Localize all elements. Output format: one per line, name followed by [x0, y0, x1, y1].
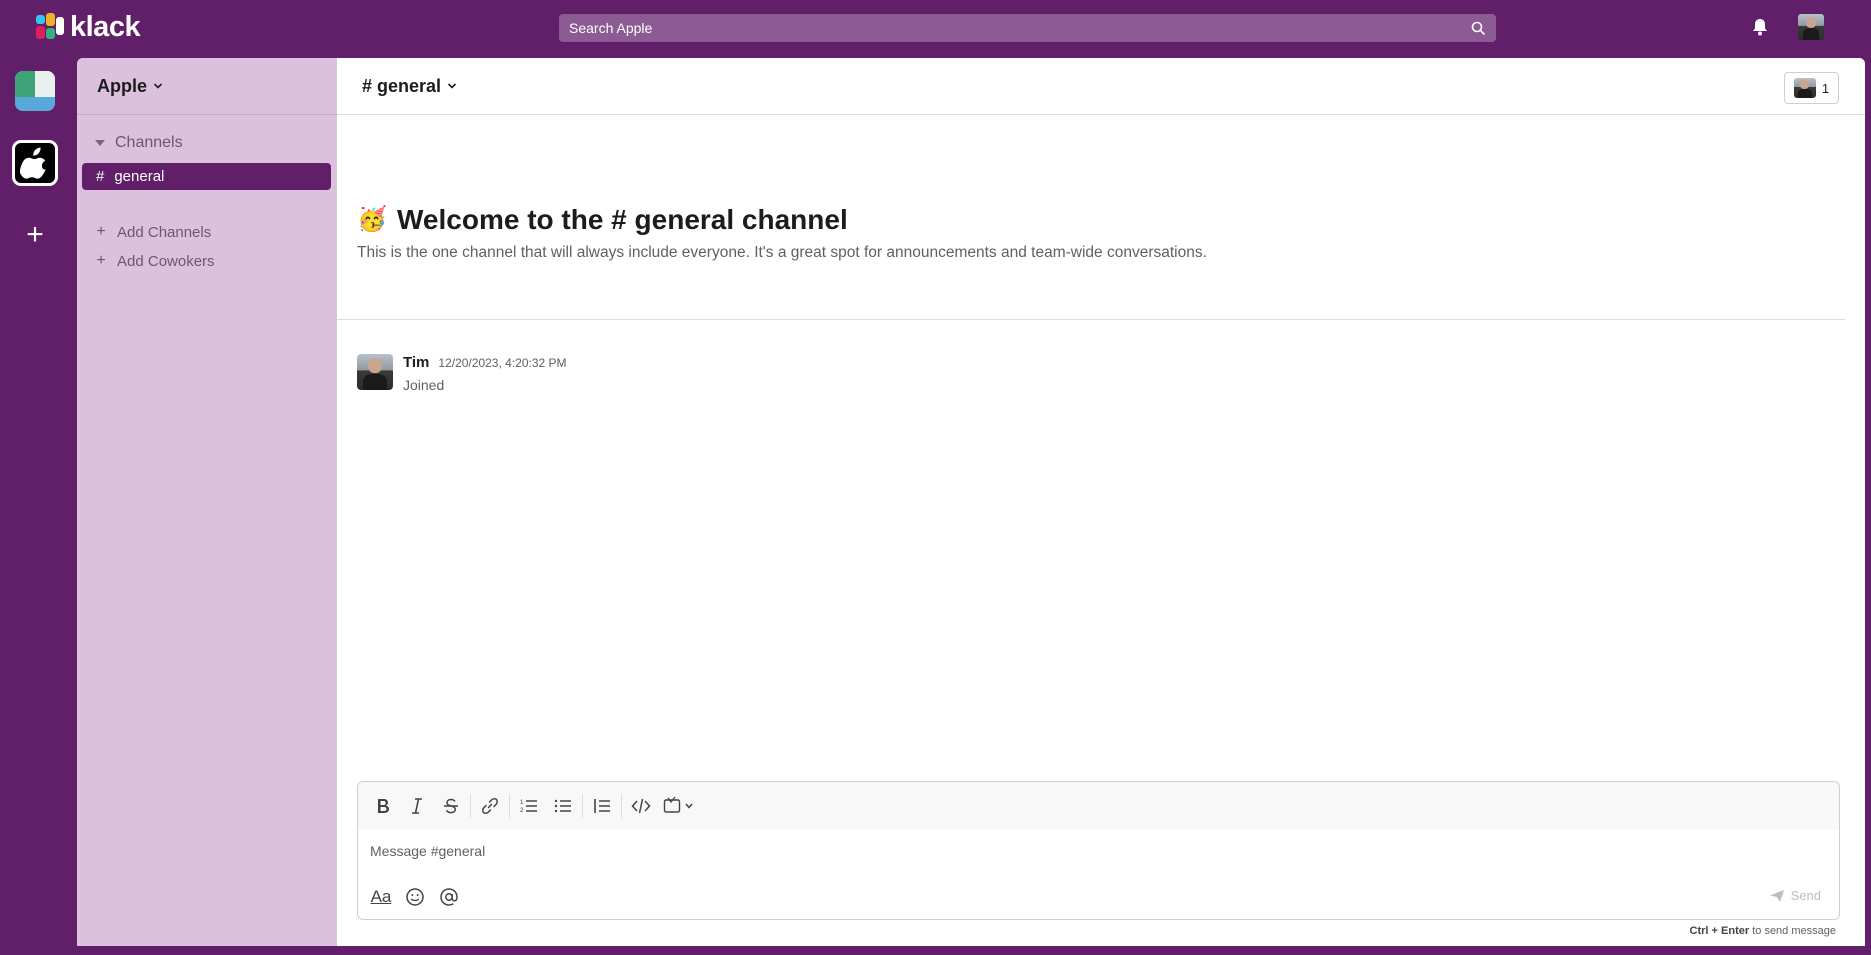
- send-icon: [1769, 889, 1784, 902]
- message-author[interactable]: Tim: [403, 354, 429, 371]
- message-body: Tim 12/20/2023, 4:20:32 PM Joined: [403, 354, 567, 393]
- welcome-banner: 🥳 Welcome to the # general channel This …: [357, 204, 1837, 262]
- search-placeholder[interactable]: Search Apple: [569, 20, 1470, 36]
- welcome-title: Welcome to the # general channel: [397, 204, 848, 235]
- channel-sidebar: Apple Channels # general + Add Channels …: [77, 58, 337, 946]
- member-count: 1: [1821, 80, 1830, 96]
- avatar[interactable]: [357, 354, 393, 390]
- add-channels-label: Add Channels: [117, 223, 212, 241]
- caret-down-icon[interactable]: [95, 140, 105, 146]
- emoji-icon[interactable]: [400, 882, 430, 912]
- channels-section-toggle[interactable]: Channels: [95, 134, 183, 152]
- members-button[interactable]: 1: [1784, 72, 1839, 104]
- channel-header: # general 1: [337, 58, 1865, 115]
- workspace-header[interactable]: Apple: [77, 58, 337, 115]
- search-bar[interactable]: Search Apple: [559, 14, 1496, 42]
- workspace-icon[interactable]: [15, 71, 55, 111]
- toolbar-divider: [582, 794, 583, 818]
- add-channels-button[interactable]: + Add Channels: [95, 223, 211, 241]
- toolbar-divider: [621, 794, 622, 818]
- workspace-name[interactable]: Apple: [97, 76, 147, 97]
- code-block-icon[interactable]: [658, 789, 702, 823]
- message-timestamp: 12/20/2023, 4:20:32 PM: [438, 356, 567, 370]
- italic-icon[interactable]: [400, 789, 434, 823]
- bell-icon[interactable]: [1750, 17, 1770, 37]
- message-item: Tim 12/20/2023, 4:20:32 PM Joined: [357, 354, 567, 393]
- message-input[interactable]: [370, 843, 1770, 859]
- klack-logo[interactable]: klack: [36, 10, 141, 43]
- plus-icon: +: [96, 252, 106, 269]
- member-avatar: [1793, 78, 1816, 98]
- send-label: Send: [1790, 888, 1821, 903]
- format-text-label: Aa: [370, 887, 392, 906]
- code-icon[interactable]: [624, 789, 658, 823]
- top-bar: klack Search Apple: [0, 0, 1871, 56]
- channel-title[interactable]: # general: [362, 76, 441, 97]
- app-panel: Apple Channels # general + Add Channels …: [77, 58, 1865, 946]
- message-text: Joined: [403, 377, 445, 393]
- blockquote-icon[interactable]: [585, 789, 619, 823]
- link-icon[interactable]: [473, 789, 507, 823]
- format-toolbar: 12: [358, 782, 1839, 830]
- strikethrough-icon[interactable]: [434, 789, 468, 823]
- add-workspace-button[interactable]: +: [20, 220, 50, 250]
- welcome-title-row: 🥳 Welcome to the # general channel: [357, 204, 1837, 236]
- klack-logo-icon: [36, 13, 64, 41]
- channel-main: # general 1 🥳 Welcome to the # general c…: [337, 58, 1865, 946]
- party-face-icon: 🥳: [357, 206, 387, 233]
- toolbar-divider: [470, 794, 471, 818]
- composer-actions: Aa: [366, 882, 464, 912]
- send-hint-text: to send message: [1749, 925, 1836, 937]
- svg-text:1: 1: [520, 800, 524, 806]
- add-coworkers-button[interactable]: + Add Cowokers: [95, 252, 215, 270]
- send-button[interactable]: Send: [1769, 888, 1821, 903]
- welcome-description: This is the one channel that will always…: [357, 244, 1207, 261]
- bulleted-list-icon[interactable]: [546, 789, 580, 823]
- add-coworkers-label: Add Cowokers: [117, 252, 215, 270]
- channels-section-label: Channels: [115, 134, 183, 151]
- format-text-button[interactable]: Aa: [366, 882, 396, 912]
- send-hint-keys: Ctrl + Enter: [1689, 925, 1750, 937]
- bold-icon[interactable]: [366, 789, 400, 823]
- user-avatar[interactable]: [1798, 14, 1824, 40]
- hash-icon: #: [96, 168, 105, 185]
- chevron-down-icon[interactable]: [153, 81, 163, 91]
- plus-icon: +: [96, 223, 106, 240]
- logo-text: klack: [70, 10, 141, 43]
- sidebar-item-general[interactable]: # general: [82, 163, 331, 190]
- sidebar-item-label: general: [114, 168, 165, 185]
- mention-icon[interactable]: [434, 882, 464, 912]
- apple-icon: [20, 147, 46, 179]
- search-icon[interactable]: [1470, 20, 1486, 36]
- svg-text:2: 2: [520, 808, 524, 814]
- toolbar-divider: [509, 794, 510, 818]
- ordered-list-icon[interactable]: 12: [512, 789, 546, 823]
- send-hint: Ctrl + Enter to send message: [1690, 925, 1836, 937]
- chevron-down-icon[interactable]: [447, 81, 457, 91]
- divider: [337, 319, 1845, 320]
- workspace-apple[interactable]: [12, 140, 58, 186]
- workspace-rail: +: [0, 56, 77, 955]
- message-composer: 12 Aa: [357, 781, 1840, 920]
